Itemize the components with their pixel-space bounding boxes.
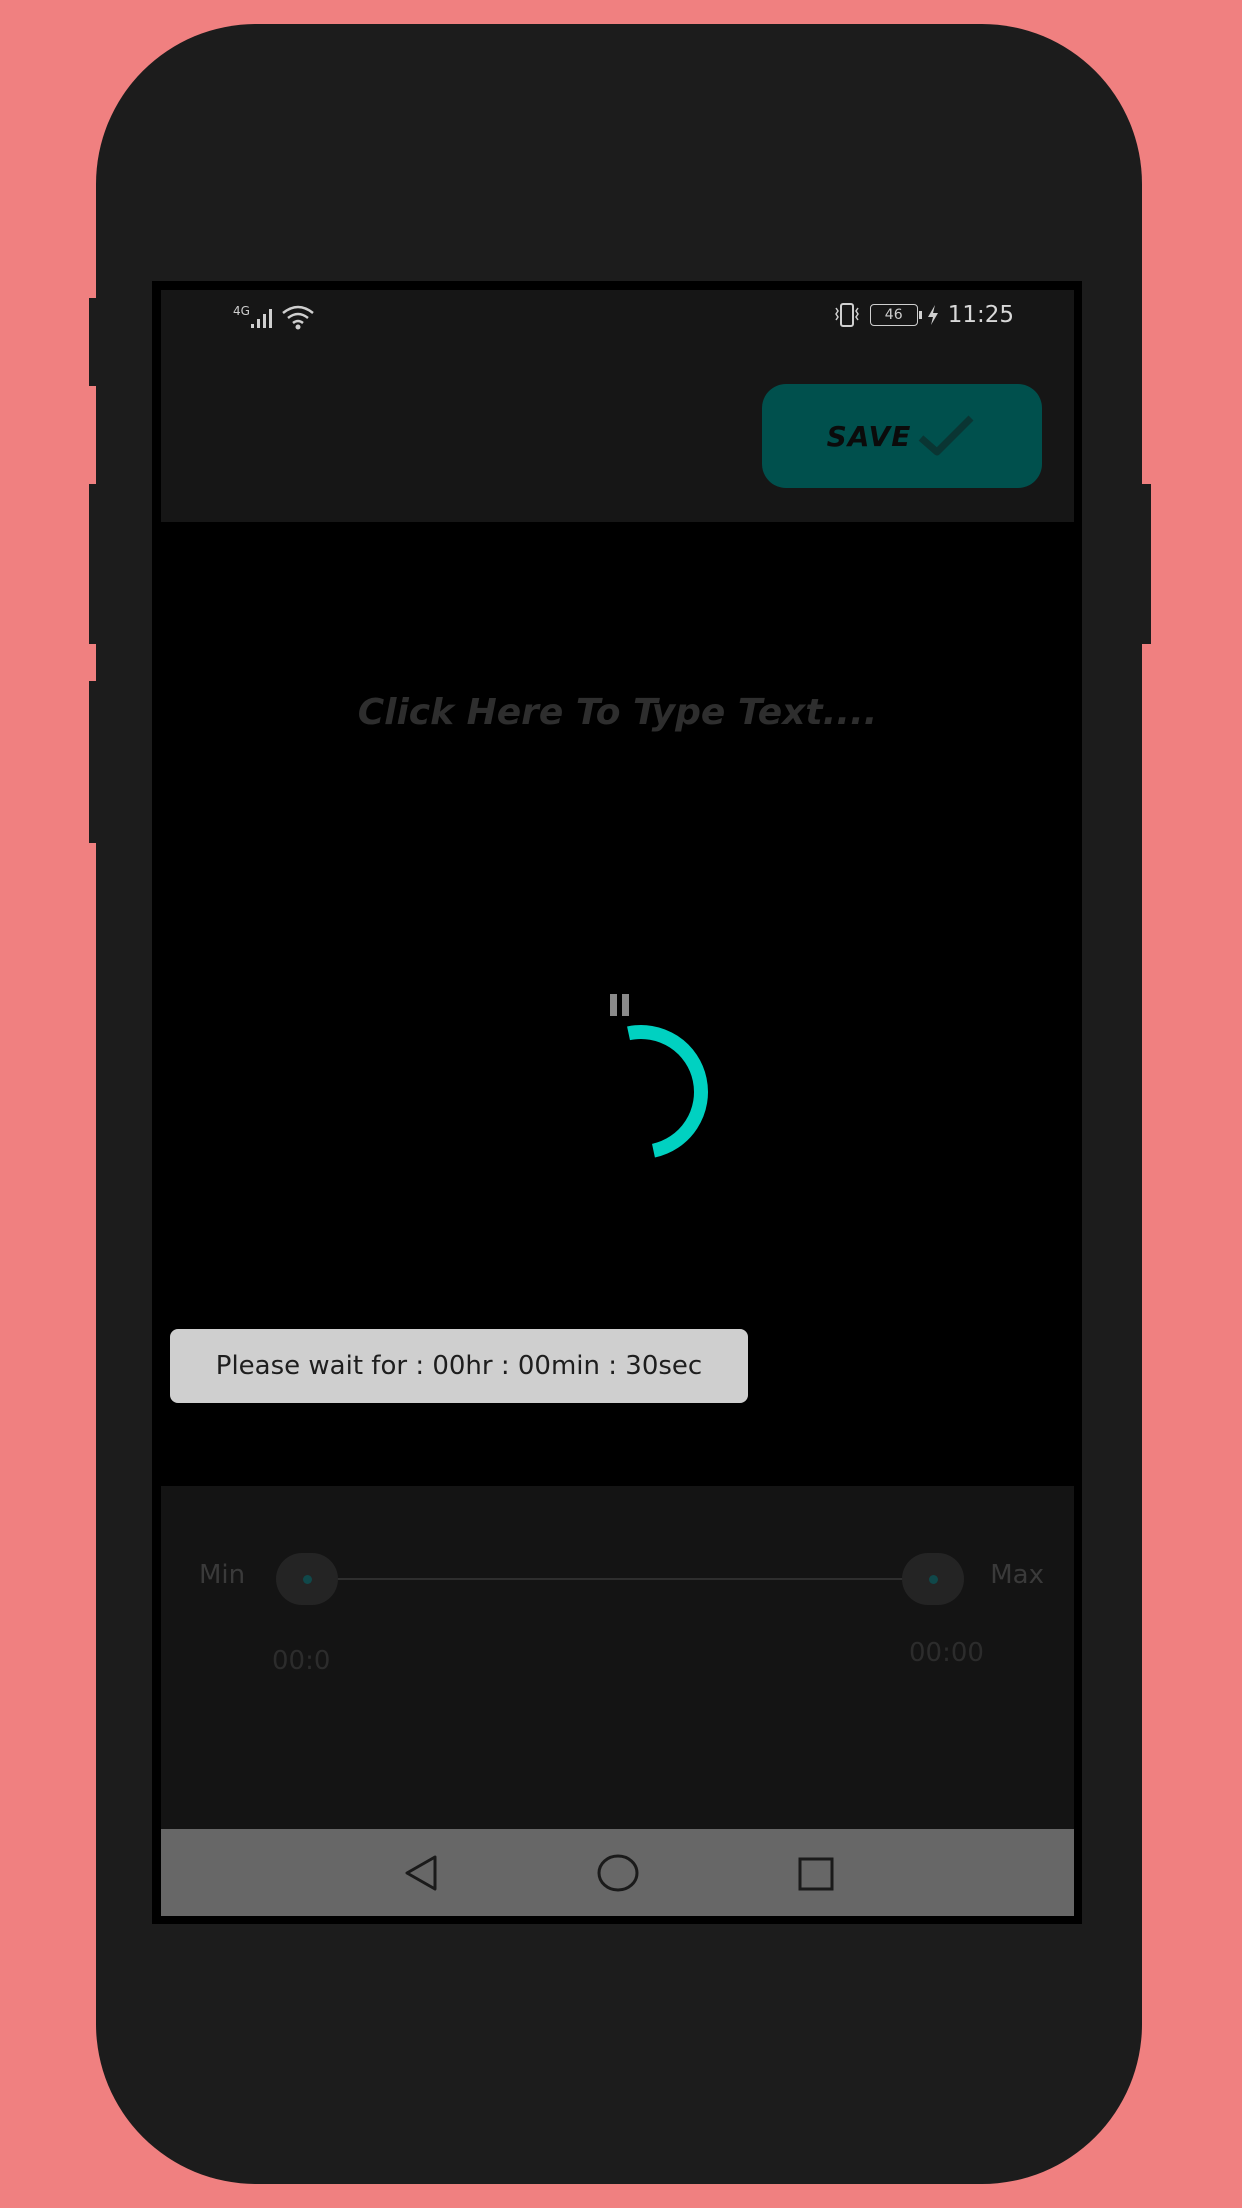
vibrate-icon	[834, 303, 859, 327]
save-button-label: SAVE	[826, 419, 912, 453]
app-screen: 4G 46 11:25 SAVE Click Here To Type Text…	[161, 290, 1074, 1916]
phone-side-button	[89, 681, 99, 843]
recents-icon[interactable]	[797, 1856, 835, 1892]
trim-range-panel: Min Max 00:0 00:00	[161, 1486, 1074, 1829]
range-end-time: 00:00	[909, 1638, 984, 1668]
range-max-label: Max	[990, 1560, 1044, 1590]
wifi-icon	[282, 305, 314, 330]
status-bar: 4G 46 11:25	[161, 290, 1074, 346]
check-icon	[919, 415, 974, 456]
signal-icon	[251, 309, 272, 328]
range-slider-track[interactable]	[308, 1578, 936, 1580]
save-button[interactable]: SAVE	[762, 384, 1042, 488]
status-time: 11:25	[947, 302, 1014, 328]
charging-icon	[927, 305, 938, 325]
battery-icon: 46	[869, 304, 922, 326]
top-toolbar: SAVE	[161, 346, 1074, 522]
battery-level: 46	[884, 307, 903, 323]
back-icon[interactable]	[401, 1853, 441, 1893]
pause-icon[interactable]	[608, 993, 632, 1017]
network-type-label: 4G	[233, 304, 250, 318]
phone-side-button	[89, 298, 99, 386]
range-slider-max-handle[interactable]	[902, 1553, 964, 1605]
text-input-placeholder[interactable]: Click Here To Type Text....	[161, 692, 1074, 733]
phone-side-button	[89, 484, 99, 644]
system-nav-bar	[161, 1829, 1074, 1916]
range-start-time: 00:0	[272, 1646, 331, 1676]
range-slider-min-handle[interactable]	[276, 1553, 338, 1605]
wait-toast: Please wait for : 00hr : 00min : 30sec	[170, 1329, 748, 1403]
handle-dot	[303, 1575, 312, 1584]
toast-message: Please wait for : 00hr : 00min : 30sec	[215, 1351, 703, 1381]
range-min-label: Min	[199, 1560, 246, 1590]
spinner-icon	[627, 1025, 708, 1158]
home-icon[interactable]	[596, 1853, 640, 1893]
phone-side-button	[1139, 484, 1151, 644]
handle-dot	[929, 1575, 938, 1584]
